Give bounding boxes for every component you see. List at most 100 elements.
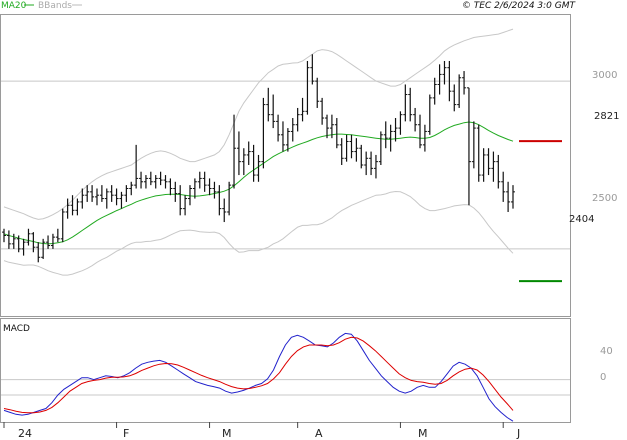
ohlc-bar	[217, 185, 222, 216]
month-label-mar: M	[222, 427, 232, 440]
ohlc-bar	[192, 178, 197, 199]
ohlc-bar	[427, 94, 432, 135]
ohlc-bar	[6, 230, 11, 249]
ohlc-bar	[271, 94, 276, 129]
ohlc-bar	[310, 54, 315, 85]
macd-tick-0: 0	[600, 372, 606, 383]
ohlc-bar	[501, 171, 506, 202]
ohlc-bar	[491, 151, 496, 182]
ohlc-bar	[114, 188, 119, 206]
ohlc-bar	[476, 124, 481, 182]
macd-red-line	[3, 336, 514, 414]
month-label-feb: F	[123, 427, 129, 440]
month-label-may: M	[418, 427, 428, 440]
y-tick-2500: 2500	[592, 193, 617, 204]
ohlc-bar	[246, 141, 251, 165]
ohlc-bar	[202, 171, 207, 192]
ohlc-bar	[236, 131, 241, 176]
ohlc-bar	[109, 185, 114, 202]
ohlc-bar	[457, 74, 462, 108]
ohlc-bar	[75, 198, 80, 216]
ohlc-bar	[325, 114, 330, 139]
ohlc-bar	[129, 181, 134, 196]
ohlc-bar	[300, 97, 305, 122]
ohlc-bar	[99, 185, 104, 202]
ohlc-bar	[2, 228, 6, 243]
ohlc-bar	[251, 144, 256, 182]
ohlc-bar	[290, 118, 295, 142]
level-label-2404: 2404	[569, 214, 594, 225]
month-label-apr: A	[315, 427, 323, 440]
bollinger-upper-line	[3, 28, 514, 220]
ohlc-bar	[261, 97, 266, 169]
macd-tick-40: 40	[600, 346, 613, 357]
ohlc-bar	[60, 208, 65, 243]
ohlc-bar	[46, 235, 51, 249]
ohlc-bar	[383, 121, 388, 149]
ohlc-bar	[266, 87, 271, 122]
month-label-jun: J	[516, 427, 520, 440]
ohlc-bar	[486, 148, 491, 176]
ohlc-bar	[418, 114, 423, 149]
ohlc-bar	[139, 171, 144, 189]
ohlc-bar	[393, 118, 398, 142]
ohlc-bar	[143, 175, 148, 189]
ohlc-bar	[432, 77, 437, 105]
ohlc-bar	[320, 97, 325, 125]
ohlc-bar	[256, 154, 261, 182]
ohlc-bar	[104, 188, 109, 209]
ohlc-bar	[388, 124, 393, 152]
ohlc-bar	[369, 151, 374, 176]
month-label-jan: 24	[18, 427, 32, 440]
ohlc-bars	[2, 54, 515, 263]
ohlc-bar	[378, 131, 383, 165]
macd-title: MACD	[3, 324, 30, 334]
ohlc-bar	[466, 87, 471, 206]
ohlc-bar	[119, 191, 124, 209]
y-tick-3000: 3000	[592, 70, 617, 81]
ohlc-bar	[364, 151, 369, 176]
ohlc-bar	[227, 181, 232, 216]
ohlc-bar	[212, 181, 217, 199]
price-gridlines	[1, 80, 570, 250]
ohlc-bar	[163, 175, 168, 189]
ohlc-bar	[241, 148, 246, 176]
ohlc-bar	[173, 181, 178, 202]
copyright-text: © TEC 2/6/2024 3:0 GMT	[462, 1, 577, 11]
ohlc-bar	[276, 114, 281, 142]
macd-blue-line	[3, 332, 514, 422]
ohlc-bar	[148, 171, 153, 186]
ohlc-bar	[21, 238, 26, 256]
ohlc-bar	[339, 138, 344, 165]
ohlc-bar	[168, 178, 173, 196]
chart-stage: MA20 BBands © TEC 2/6/2024 3:0 GMT 3000 …	[0, 0, 627, 440]
ohlc-bar	[462, 71, 467, 95]
legend-bbands: BBands	[38, 1, 72, 11]
ohlc-bar	[452, 84, 457, 112]
ohlc-bar	[354, 138, 359, 162]
ohlc-bar	[90, 185, 95, 202]
ohlc-bar	[334, 118, 339, 149]
ohlc-bar	[134, 144, 139, 189]
ohlc-bar	[471, 121, 476, 169]
ohlc-bar	[403, 84, 408, 122]
ohlc-bar	[153, 175, 158, 189]
price-panel-frame	[0, 14, 571, 317]
ohlc-bar	[183, 195, 188, 216]
ohlc-bar	[55, 228, 60, 243]
ohlc-bar	[50, 233, 55, 249]
ohlc-bar	[506, 181, 511, 212]
ohlc-bar	[207, 178, 212, 196]
ohlc-bar	[178, 185, 183, 216]
legend-ma20: MA20	[1, 1, 27, 11]
ohlc-bar	[65, 198, 70, 219]
ma20-line	[3, 121, 514, 245]
ohlc-bar	[36, 242, 41, 263]
ohlc-bar	[222, 198, 227, 223]
ohlc-bar	[511, 185, 515, 209]
ohlc-bar	[481, 148, 486, 182]
ohlc-bar	[373, 154, 378, 179]
ohlc-bar	[26, 228, 31, 246]
ohlc-bar	[280, 121, 285, 152]
price-levels	[519, 140, 562, 283]
